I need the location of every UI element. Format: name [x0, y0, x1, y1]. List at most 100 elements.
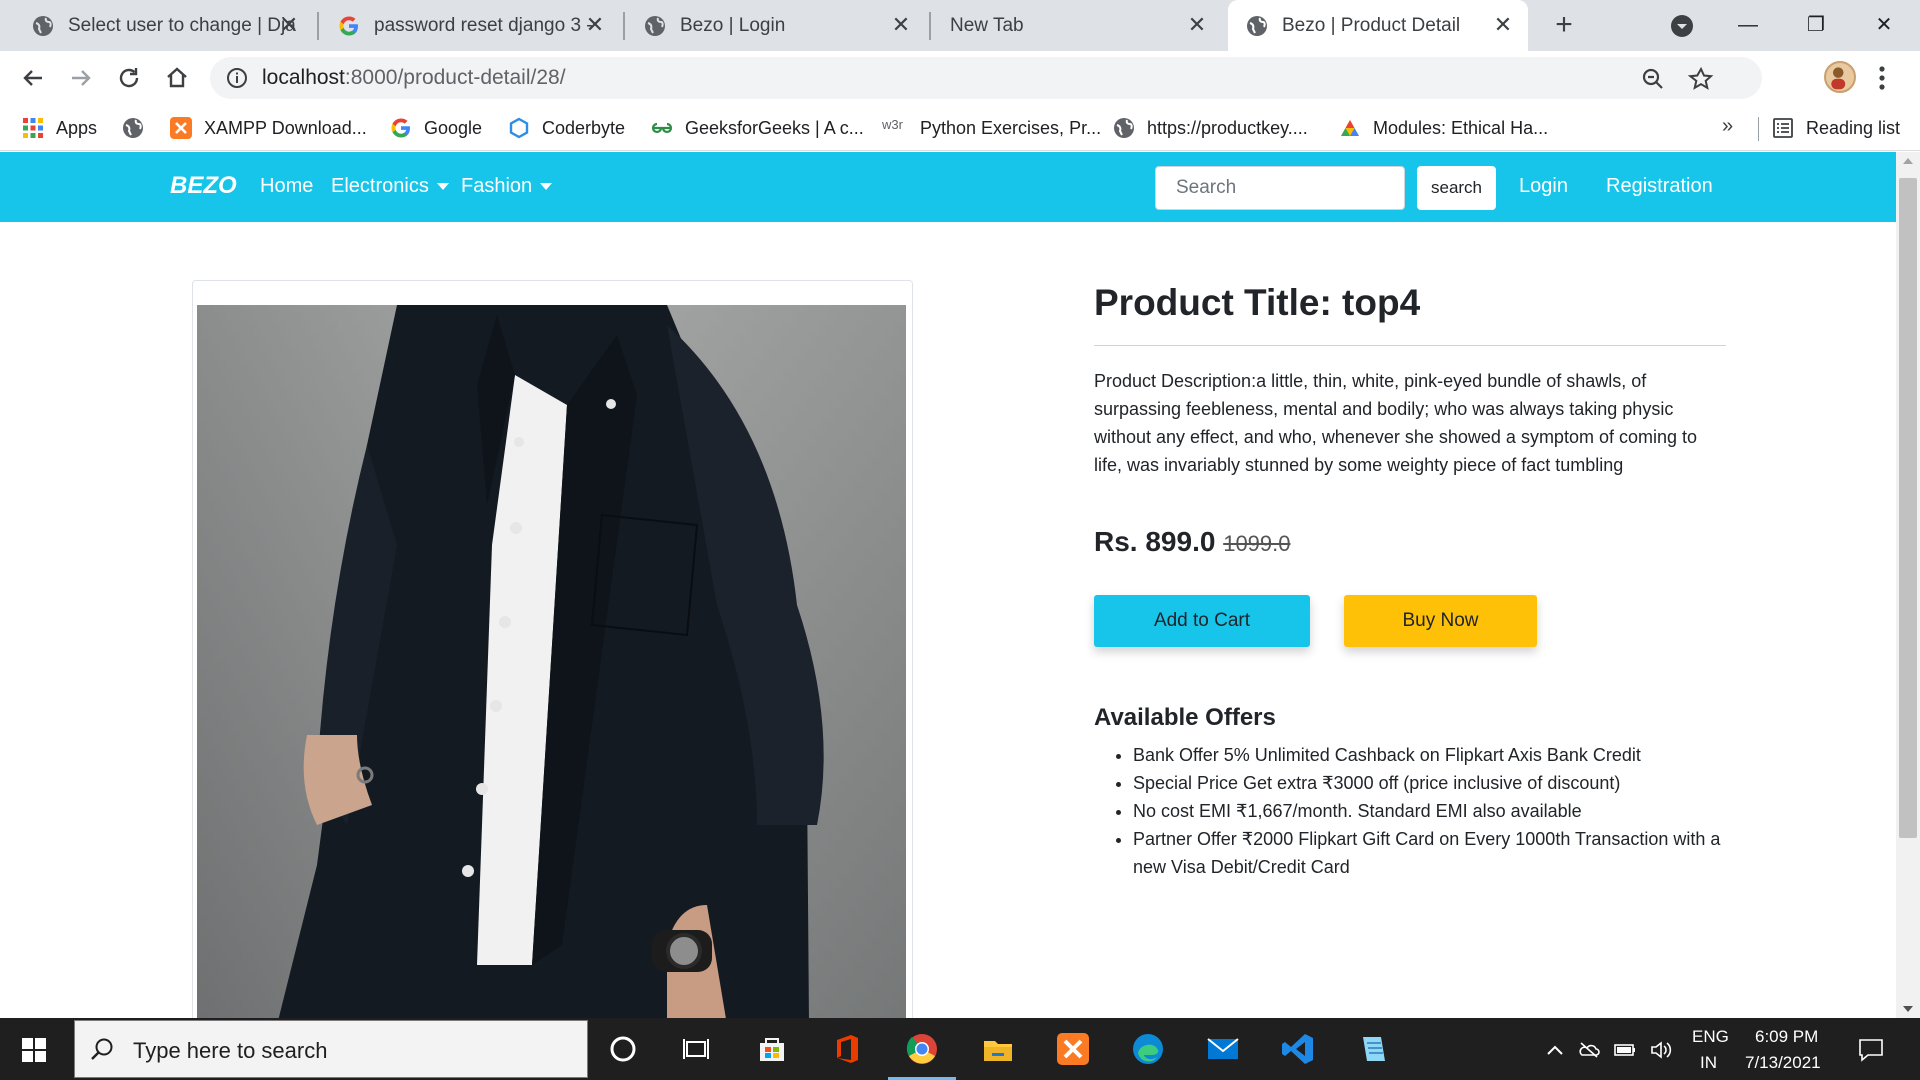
chrome-icon[interactable]	[904, 1031, 940, 1067]
microsoft-store-icon[interactable]	[754, 1031, 790, 1067]
close-tab-icon[interactable]: ✕	[1186, 14, 1208, 36]
new-tab-button[interactable]: +	[1548, 10, 1580, 42]
minimize-icon[interactable]: —	[1728, 8, 1768, 42]
tab-django-admin[interactable]: Select user to change | Dja ✕	[14, 0, 314, 51]
original-price: 1099.0	[1223, 531, 1291, 556]
restore-icon[interactable]: ❐	[1796, 8, 1836, 42]
offers-heading: Available Offers	[1094, 704, 1276, 731]
back-icon[interactable]	[18, 63, 48, 93]
login-link[interactable]: Login	[1519, 175, 1568, 198]
tab-bezo-login[interactable]: Bezo | Login ✕	[626, 0, 926, 51]
bookmark-modules[interactable]: Modules: Ethical Ha...	[1339, 114, 1548, 142]
buy-now-button[interactable]: Buy Now	[1344, 595, 1537, 647]
product-photo-shirt	[197, 305, 906, 1018]
scroll-down-arrow-icon[interactable]	[1903, 1006, 1913, 1012]
address-bar[interactable]: localhost:8000/product-detail/28/	[210, 57, 1762, 99]
globe-icon	[1114, 118, 1134, 138]
more-bookmarks-button[interactable]: »	[1722, 115, 1733, 138]
zoom-icon[interactable]	[1640, 66, 1666, 92]
notepad-icon[interactable]	[1355, 1031, 1391, 1067]
onedrive-icon[interactable]	[1578, 1040, 1600, 1060]
bookmark-w3resource[interactable]: w3r Python Exercises, Pr...	[882, 114, 1101, 142]
close-tab-icon[interactable]: ✕	[584, 14, 606, 36]
tab-search-icon[interactable]	[1670, 14, 1694, 38]
reload-icon[interactable]	[114, 63, 144, 93]
windows-start-icon[interactable]	[22, 1038, 46, 1062]
clock-date[interactable]: 7/13/2021	[1745, 1053, 1821, 1073]
bookmark-coderbyte[interactable]: Coderbyte	[508, 114, 625, 142]
tab-title: New Tab	[950, 14, 1024, 36]
offer-item: Bank Offer 5% Unlimited Cashback on Flip…	[1133, 741, 1733, 769]
task-view-icon[interactable]	[678, 1031, 714, 1067]
brand-logo[interactable]: BEZO	[170, 172, 237, 200]
caret-down-icon	[540, 183, 553, 191]
close-window-icon[interactable]: ✕	[1864, 8, 1904, 42]
nav-fashion-label: Fashion	[461, 175, 533, 197]
bookmark-label: Apps	[56, 117, 98, 138]
xampp-taskbar-icon[interactable]	[1055, 1031, 1091, 1067]
offer-item: Partner Offer ₹2000 Flipkart Gift Card o…	[1133, 825, 1733, 881]
forward-icon[interactable]	[66, 63, 96, 93]
close-tab-icon[interactable]: ✕	[890, 14, 912, 36]
mail-icon[interactable]	[1205, 1031, 1241, 1067]
modules-icon	[1341, 120, 1359, 136]
language-indicator[interactable]: ENG	[1692, 1027, 1729, 1047]
caret-down-icon	[436, 183, 449, 191]
nav-electronics-dropdown[interactable]: Electronics	[331, 175, 449, 198]
cortana-icon[interactable]	[605, 1031, 641, 1067]
close-tab-icon[interactable]: ✕	[1492, 14, 1514, 36]
volume-icon[interactable]	[1650, 1040, 1672, 1060]
bookmark-star-icon[interactable]	[1688, 66, 1714, 92]
bookmark-productkey[interactable]: https://productkey....	[1113, 114, 1308, 142]
product-image	[197, 305, 906, 1018]
search-icon	[91, 1038, 113, 1060]
region-indicator[interactable]: IN	[1700, 1053, 1717, 1073]
url-text[interactable]: localhost:8000/product-detail/28/	[262, 66, 566, 90]
scroll-up-arrow-icon[interactable]	[1903, 158, 1913, 164]
tab-strip: Select user to change | Dja ✕ password r…	[0, 0, 1920, 51]
product-description: Product Description:a little, thin, whit…	[1094, 371, 1697, 475]
registration-link[interactable]: Registration	[1606, 175, 1713, 198]
more-options-icon[interactable]	[1876, 63, 1888, 93]
bookmark-apps[interactable]: Apps	[22, 114, 97, 142]
close-tab-icon[interactable]: ✕	[278, 14, 300, 36]
search-input[interactable]	[1155, 166, 1405, 210]
site-info-icon[interactable]	[226, 67, 248, 89]
tab-new-tab[interactable]: New Tab ✕	[932, 0, 1222, 51]
reading-list-button[interactable]: Reading list	[1772, 114, 1900, 142]
nav-fashion-dropdown[interactable]: Fashion	[461, 175, 553, 198]
bookmark-xampp[interactable]: XAMPP Download...	[170, 114, 367, 142]
globe-icon	[123, 118, 143, 138]
url-host: localhost	[262, 66, 345, 89]
profile-avatar-icon[interactable]	[1824, 61, 1856, 93]
url-path: :8000/product-detail/28/	[344, 66, 566, 89]
bookmark-label: Coderbyte	[542, 117, 626, 138]
page-viewport: BEZO Home Electronics Fashion search Log…	[0, 152, 1896, 1018]
bookmark-geeksforgeeks[interactable]: GeeksforGeeks | A c...	[651, 114, 864, 142]
page-scrollbar[interactable]	[1896, 152, 1920, 1018]
show-hidden-icons-chevron-up-icon[interactable]	[1544, 1040, 1566, 1060]
apps-grid-icon	[23, 118, 43, 138]
tab-google-search[interactable]: password reset django 3 - ✕	[320, 0, 620, 51]
bookmark-globe[interactable]	[122, 114, 156, 142]
notifications-icon[interactable]	[1858, 1038, 1884, 1062]
bookmark-label: XAMPP Download...	[204, 117, 367, 138]
edge-icon[interactable]	[1130, 1031, 1166, 1067]
bookmarks-separator	[1758, 117, 1759, 141]
bookmark-label: Modules: Ethical Ha...	[1373, 117, 1549, 138]
taskbar-search-box[interactable]: Type here to search	[74, 1020, 588, 1078]
tab-separator	[929, 12, 931, 40]
office-icon[interactable]	[829, 1031, 865, 1067]
add-to-cart-button[interactable]: Add to Cart	[1094, 595, 1310, 647]
home-icon[interactable]	[162, 63, 192, 93]
vscode-icon[interactable]	[1280, 1031, 1316, 1067]
bookmark-google[interactable]: Google	[390, 114, 482, 142]
search-button[interactable]: search	[1417, 166, 1496, 210]
scrollbar-thumb[interactable]	[1899, 178, 1917, 838]
tab-bezo-product-detail[interactable]: Bezo | Product Detail ✕	[1228, 0, 1528, 51]
file-explorer-icon[interactable]	[980, 1031, 1016, 1067]
offer-item: No cost EMI ₹1,667/month. Standard EMI a…	[1133, 797, 1733, 825]
nav-home-link[interactable]: Home	[260, 175, 313, 198]
clock-time[interactable]: 6:09 PM	[1755, 1027, 1818, 1047]
battery-icon[interactable]	[1614, 1040, 1636, 1060]
